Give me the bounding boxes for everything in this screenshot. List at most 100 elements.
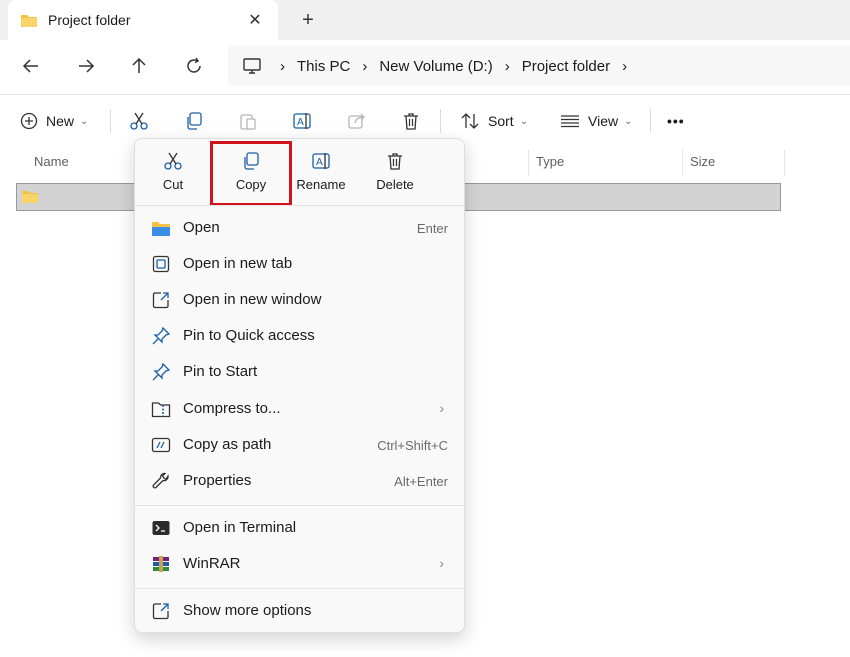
chevron-right-icon: ›	[439, 555, 444, 571]
menu-item-compress[interactable]: Compress to... ›	[135, 391, 464, 427]
address-bar[interactable]: › This PC › New Volume (D:) › Project fo…	[228, 46, 850, 86]
rename-icon: A	[312, 153, 330, 169]
share-toolbar-button[interactable]	[347, 108, 367, 134]
rename-toolbar-button[interactable]: A	[292, 108, 312, 134]
new-button[interactable]: New ⌄	[20, 108, 88, 134]
back-button[interactable]	[17, 52, 45, 80]
column-divider[interactable]	[528, 150, 529, 176]
breadcrumb-separator: ›	[622, 57, 628, 75]
view-list-icon	[561, 115, 579, 128]
menu-item-copy-as-path[interactable]: Copy as path Ctrl+Shift+C	[135, 427, 464, 463]
svg-text:A: A	[297, 117, 304, 128]
sort-button[interactable]: Sort ⌄	[460, 108, 528, 134]
rename-label: Rename	[296, 177, 346, 192]
breadcrumb-separator: ›	[504, 57, 510, 75]
menu-item-label: Show more options	[183, 602, 312, 619]
cut-toolbar-button[interactable]	[129, 108, 149, 134]
menu-item-shortcut: Enter	[416, 221, 448, 236]
breadcrumb-project-folder[interactable]: Project folder	[522, 58, 610, 75]
menu-item-label: Pin to Start	[183, 363, 258, 380]
path-icon	[151, 435, 171, 455]
svg-text:A: A	[316, 157, 323, 168]
more-options-button[interactable]: •••	[667, 108, 685, 134]
context-menu: Cut Copy A Rename Delete Open Enter Open…	[134, 138, 465, 633]
archive-icon	[151, 399, 171, 419]
menu-item-open-terminal[interactable]: Open in Terminal	[135, 510, 464, 546]
menu-item-label: Compress to...	[183, 400, 281, 417]
column-divider[interactable]	[784, 150, 785, 176]
menu-divider	[135, 505, 464, 506]
column-name[interactable]: Name	[34, 154, 69, 169]
menu-item-label: Copy as path	[183, 436, 272, 453]
new-label: New	[46, 113, 75, 129]
menu-item-winrar[interactable]: WinRAR ›	[135, 546, 464, 582]
pin-icon	[151, 362, 171, 382]
view-label: View	[588, 113, 619, 129]
close-tab-button[interactable]: ✕	[244, 9, 266, 31]
share-icon	[348, 113, 365, 129]
copy-icon	[187, 112, 202, 130]
chevron-down-icon: ⌄	[80, 115, 89, 127]
cut-button[interactable]: Cut	[137, 145, 209, 201]
menu-item-show-more-options[interactable]: Show more options	[135, 593, 464, 629]
terminal-icon	[151, 518, 171, 538]
menu-item-open-new-window[interactable]: Open in new window	[135, 282, 464, 318]
wrench-icon	[151, 471, 171, 491]
sort-icon	[461, 113, 479, 129]
tab-project-folder[interactable]: Project folder ✕	[8, 0, 278, 40]
rename-icon: A	[293, 113, 311, 129]
menu-divider	[135, 205, 464, 206]
chevron-down-icon: ⌄	[519, 115, 529, 127]
refresh-icon	[187, 57, 201, 73]
column-size[interactable]: Size	[690, 154, 715, 169]
arrow-up-icon	[132, 57, 146, 73]
computer-icon	[243, 58, 261, 74]
scissors-icon	[130, 112, 148, 130]
folder-icon	[21, 14, 37, 27]
tab-title: Project folder	[48, 12, 131, 28]
cut-label: Cut	[162, 177, 184, 192]
breadcrumb-separator: ›	[362, 57, 368, 75]
delete-button[interactable]: Delete	[359, 145, 431, 201]
menu-item-open[interactable]: Open Enter	[135, 210, 464, 246]
delete-toolbar-button[interactable]	[401, 108, 421, 134]
view-button[interactable]: View ⌄	[560, 108, 632, 134]
divider	[110, 109, 111, 133]
up-button[interactable]	[125, 52, 153, 80]
chevron-down-icon: ⌄	[624, 115, 633, 127]
paste-toolbar-button[interactable]	[238, 108, 258, 134]
tab-strip: Project folder ✕ +	[0, 0, 850, 40]
menu-item-pin-quick-access[interactable]: Pin to Quick access	[135, 318, 464, 354]
refresh-button[interactable]	[180, 52, 208, 80]
breadcrumb-this-pc[interactable]: This PC	[297, 58, 350, 75]
menu-item-open-new-tab[interactable]: Open in new tab	[135, 246, 464, 282]
quick-actions: Cut Copy A Rename Delete	[135, 139, 466, 206]
trash-icon	[388, 153, 402, 170]
rename-button[interactable]: A Rename	[285, 145, 357, 201]
menu-item-pin-start[interactable]: Pin to Start	[135, 354, 464, 390]
open-window-icon	[151, 290, 171, 310]
winrar-icon	[151, 554, 171, 574]
delete-label: Delete	[376, 177, 414, 192]
divider	[650, 109, 651, 133]
folder-icon	[22, 191, 38, 203]
menu-item-label: Open in new window	[183, 291, 322, 308]
menu-item-label: Pin to Quick access	[183, 327, 315, 344]
arrow-right-icon	[79, 59, 95, 73]
column-type[interactable]: Type	[536, 154, 564, 169]
column-divider[interactable]	[682, 150, 683, 176]
menu-item-properties[interactable]: Properties Alt+Enter	[135, 463, 464, 499]
plus-circle-icon	[20, 112, 38, 130]
breadcrumb-new-volume[interactable]: New Volume (D:)	[379, 58, 492, 75]
new-tab-icon	[151, 254, 171, 274]
divider	[440, 109, 441, 133]
forward-button[interactable]	[72, 52, 100, 80]
menu-item-label: Properties	[183, 472, 252, 489]
pin-icon	[151, 326, 171, 346]
chevron-right-icon: ›	[439, 400, 444, 416]
menu-divider	[135, 588, 464, 589]
new-tab-button[interactable]: +	[296, 8, 320, 32]
scissors-icon	[164, 152, 182, 170]
menu-item-shortcut: Alt+Enter	[394, 474, 448, 489]
copy-toolbar-button[interactable]	[184, 108, 204, 134]
